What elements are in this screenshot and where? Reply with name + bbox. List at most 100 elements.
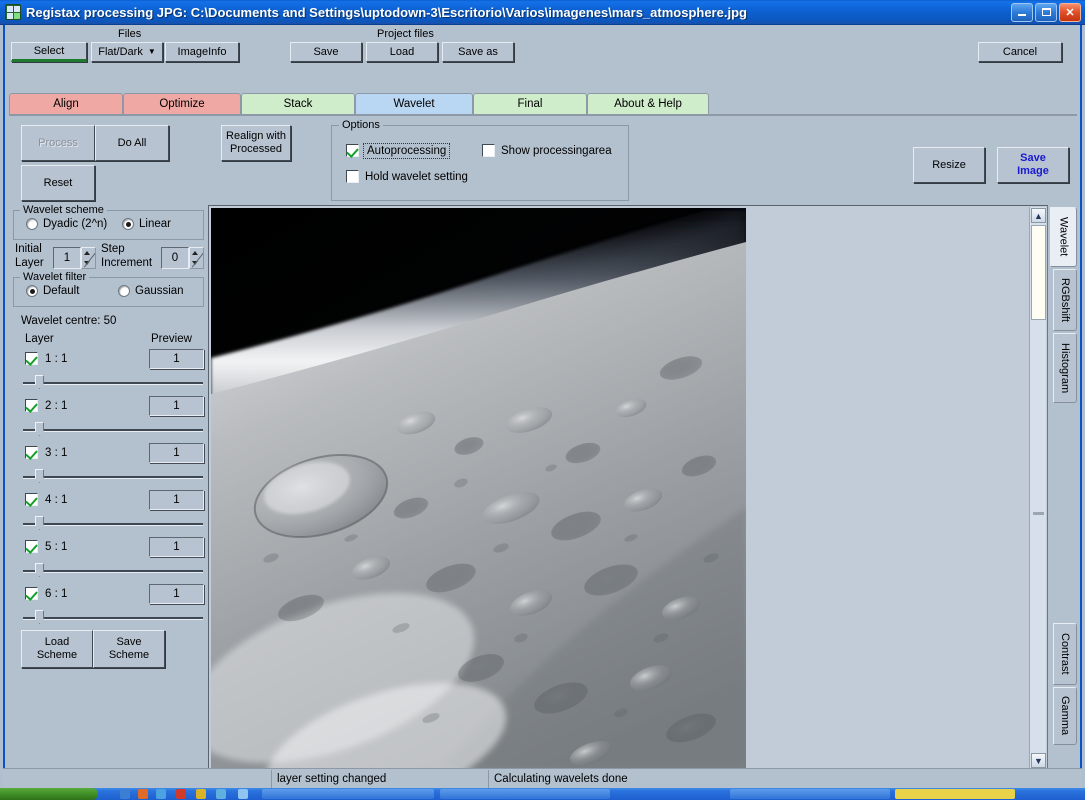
initial-layer-spinner[interactable]	[81, 247, 96, 269]
radio-gaussian-filter[interactable]: Gaussian	[118, 285, 184, 297]
show-processing-area-checkbox-row[interactable]: Show processingarea	[482, 144, 612, 157]
radio-linear[interactable]: Linear	[122, 218, 171, 230]
hold-wavelet-setting-checkbox-row[interactable]: Hold wavelet setting	[346, 170, 468, 183]
layer-row-5[interactable]: 5 : 1	[25, 540, 67, 553]
gaussian-filter-radio-dot[interactable]	[118, 285, 130, 297]
processed-image[interactable]	[211, 208, 746, 768]
default-filter-radio-dot[interactable]	[26, 285, 38, 297]
viewport-vertical-scrollbar[interactable]: ▲ ▼	[1029, 207, 1046, 769]
layer-2-checkbox[interactable]	[25, 399, 38, 412]
show-processing-area-checkbox[interactable]	[482, 144, 495, 157]
layer-2-preview-value[interactable]: 1	[149, 396, 204, 416]
layer-1-preview-value[interactable]: 1	[149, 349, 204, 369]
process-button[interactable]: Process	[21, 125, 95, 161]
layer-1-checkbox[interactable]	[25, 352, 38, 365]
spin-up-icon[interactable]	[192, 251, 198, 255]
realign-with-processed-button[interactable]: Realign with Processed	[221, 125, 291, 161]
step-increment-input[interactable]: 0	[161, 247, 189, 269]
vtab-histogram[interactable]: Histogram	[1053, 333, 1077, 403]
taskbar-task-1[interactable]	[262, 789, 434, 799]
hold-wavelet-setting-checkbox[interactable]	[346, 170, 359, 183]
image-info-button[interactable]: ImageInfo	[165, 42, 239, 62]
radio-dyadic[interactable]: Dyadic (2^n)	[26, 218, 107, 230]
project-save-button[interactable]: Save	[290, 42, 362, 62]
layer-2-slider-thumb[interactable]	[35, 422, 44, 436]
flat-dark-dropdown[interactable]: Flat/Dark ▼	[91, 42, 163, 62]
reset-button[interactable]: Reset	[21, 165, 95, 201]
quicklaunch-chevron-icon[interactable]	[238, 789, 248, 799]
vtab-gamma[interactable]: Gamma	[1053, 687, 1077, 745]
scroll-down-arrow-icon[interactable]: ▼	[1031, 753, 1046, 768]
layer-4-slider[interactable]	[23, 516, 203, 530]
tab-about-help[interactable]: About & Help	[587, 93, 709, 115]
save-scheme-button[interactable]: Save Scheme	[93, 630, 165, 668]
layer-row-2[interactable]: 2 : 1	[25, 399, 67, 412]
vtab-wavelet[interactable]: Wavelet	[1050, 207, 1077, 267]
cancel-button[interactable]: Cancel	[978, 42, 1062, 62]
spin-down-icon[interactable]	[84, 261, 90, 265]
taskbar-task-2[interactable]	[440, 789, 610, 799]
scroll-up-arrow-icon[interactable]: ▲	[1031, 208, 1046, 223]
layer-row-1[interactable]: 1 : 1	[25, 352, 67, 365]
layer-3-preview-value[interactable]: 1	[149, 443, 204, 463]
layer-row-6[interactable]: 6 : 1	[25, 587, 67, 600]
quicklaunch-icon-6[interactable]	[216, 789, 226, 799]
image-viewport[interactable]: ▲ ▼	[208, 205, 1048, 771]
project-load-button[interactable]: Load	[366, 42, 438, 62]
layer-6-slider[interactable]	[23, 610, 203, 624]
save-image-button[interactable]: Save Image	[997, 147, 1069, 183]
spin-up-icon[interactable]	[84, 251, 90, 255]
layer-6-preview-value[interactable]: 1	[149, 584, 204, 604]
start-button[interactable]	[0, 788, 98, 800]
load-scheme-button[interactable]: Load Scheme	[21, 630, 93, 668]
maximize-button[interactable]	[1035, 2, 1057, 22]
layer-6-slider-thumb[interactable]	[35, 610, 44, 624]
close-button[interactable]: ✕	[1059, 2, 1081, 22]
layer-5-checkbox[interactable]	[25, 540, 38, 553]
scrollbar-thumb[interactable]	[1031, 225, 1046, 320]
layer-5-slider[interactable]	[23, 563, 203, 577]
minimize-button[interactable]	[1011, 2, 1033, 22]
layer-1-slider[interactable]	[23, 375, 203, 389]
quicklaunch-icon-5[interactable]	[196, 789, 206, 799]
vtab-contrast[interactable]: Contrast	[1053, 623, 1077, 685]
quicklaunch-icon-4[interactable]	[176, 789, 186, 799]
quicklaunch-icon-3[interactable]	[156, 789, 166, 799]
step-increment-spinner[interactable]	[189, 247, 204, 269]
autoprocessing-checkbox-row[interactable]: Autoprocessing	[346, 142, 451, 159]
linear-radio-dot[interactable]	[122, 218, 134, 230]
spin-down-icon[interactable]	[192, 261, 198, 265]
tab-optimize[interactable]: Optimize	[123, 93, 241, 115]
tab-stack[interactable]: Stack	[241, 93, 355, 115]
project-save-as-button[interactable]: Save as	[442, 42, 514, 62]
layer-4-slider-thumb[interactable]	[35, 516, 44, 530]
tab-final[interactable]: Final	[473, 93, 587, 115]
taskbar-task-3[interactable]	[730, 789, 890, 799]
layer-row-4[interactable]: 4 : 1	[25, 493, 67, 506]
layer-3-slider[interactable]	[23, 469, 203, 483]
taskbar-task-4[interactable]	[895, 789, 1015, 799]
quicklaunch-icon-1[interactable]	[120, 789, 130, 799]
layer-3-slider-thumb[interactable]	[35, 469, 44, 483]
layer-4-preview-value[interactable]: 1	[149, 490, 204, 510]
dyadic-radio-dot[interactable]	[26, 218, 38, 230]
autoprocessing-checkbox[interactable]	[346, 144, 359, 157]
resize-button[interactable]: Resize	[913, 147, 985, 183]
layer-row-3[interactable]: 3 : 1	[25, 446, 67, 459]
radio-default-filter[interactable]: Default	[26, 285, 79, 297]
initial-layer-input[interactable]: 1	[53, 247, 81, 269]
tab-wavelet[interactable]: Wavelet	[355, 93, 473, 115]
do-all-button[interactable]: Do All	[95, 125, 169, 161]
layer-3-checkbox[interactable]	[25, 446, 38, 459]
layer-5-slider-thumb[interactable]	[35, 563, 44, 577]
select-button[interactable]: Select	[11, 42, 87, 62]
layer-5-preview-value[interactable]: 1	[149, 537, 204, 557]
layer-2-slider[interactable]	[23, 422, 203, 436]
layer-1-slider-thumb[interactable]	[35, 375, 44, 389]
layer-6-checkbox[interactable]	[25, 587, 38, 600]
quicklaunch-icon-2[interactable]	[138, 789, 148, 799]
flat-dark-label: Flat/Dark	[98, 45, 143, 58]
tab-align[interactable]: Align	[9, 93, 123, 115]
layer-4-checkbox[interactable]	[25, 493, 38, 506]
vtab-rgbshift[interactable]: RGBshift	[1053, 269, 1077, 331]
